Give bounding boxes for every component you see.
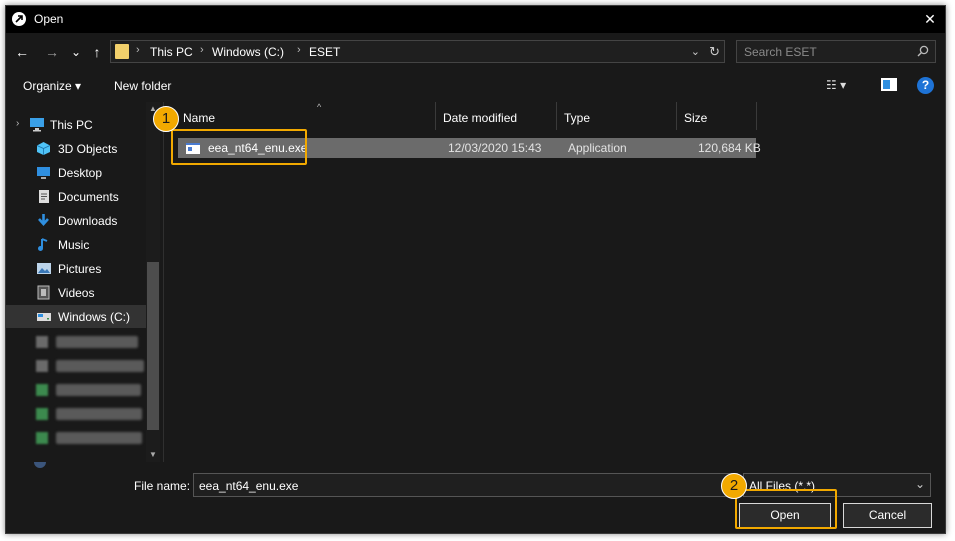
pictures-icon: [36, 261, 51, 276]
sidebar-item-pictures[interactable]: Pictures: [6, 257, 146, 280]
sidebar-item-label: Downloads: [58, 214, 118, 228]
sidebar-item-label: Documents: [58, 190, 119, 204]
folder-icon: [115, 44, 129, 59]
callout-highlight-file: [171, 129, 307, 165]
scrollbar-thumb[interactable]: [147, 262, 159, 430]
sidebar-item-label: Pictures: [58, 262, 102, 276]
expand-chevron-icon[interactable]: ›: [16, 118, 19, 129]
sidebar-item-videos[interactable]: Videos: [6, 281, 146, 304]
document-icon: [36, 189, 51, 204]
preview-pane-icon[interactable]: [881, 78, 897, 94]
callout-badge-2: 2: [721, 473, 747, 499]
partial-network-icon: [34, 462, 46, 468]
address-dropdown-icon[interactable]: ⌄: [691, 45, 700, 58]
sidebar-item-this-pc[interactable]: › This PC: [6, 113, 146, 136]
recent-locations-chevron-icon[interactable]: ⌄: [68, 44, 84, 60]
navigation-scrollbar[interactable]: ▲ ▼: [146, 102, 160, 462]
help-icon[interactable]: ?: [917, 77, 934, 94]
callout-highlight-open: [735, 489, 837, 529]
column-header-type-label: Type: [564, 111, 591, 125]
cube-icon: [36, 141, 51, 156]
sidebar-item-label: Music: [58, 238, 90, 252]
blurred-drive-icon: [36, 360, 48, 372]
file-type: Application: [568, 141, 627, 155]
file-name-value: eea_nt64_enu.exe: [199, 479, 299, 493]
videos-icon: [36, 285, 51, 300]
column-header-date-modified[interactable]: Date modified: [437, 102, 557, 130]
breadcrumb-separator: ›: [136, 44, 140, 56]
file-date-modified: 12/03/2020 15:43: [448, 141, 542, 155]
new-folder-button[interactable]: New folder: [114, 79, 171, 93]
blurred-network-label: [56, 408, 142, 420]
column-header-name-label: Name: [183, 111, 216, 125]
sidebar-item-music[interactable]: Music: [6, 233, 146, 256]
scroll-down-arrow-icon[interactable]: ▼: [149, 450, 157, 459]
drive-icon: [36, 309, 51, 324]
breadcrumb-eset[interactable]: ESET: [309, 45, 340, 59]
blurred-network-icon: [36, 432, 48, 444]
computer-icon: [29, 117, 44, 132]
change-view-icon[interactable]: ☷ ▾: [826, 78, 846, 92]
breadcrumb-windows-c[interactable]: Windows (C:): [212, 45, 284, 59]
search-icon[interactable]: [917, 45, 929, 60]
column-header-type[interactable]: Type: [558, 102, 677, 130]
column-header-size[interactable]: Size: [678, 102, 757, 130]
sidebar-item-documents[interactable]: Documents: [6, 185, 146, 208]
file-size: 120,684 KB: [698, 141, 761, 155]
up-arrow-icon[interactable]: ↑: [89, 44, 105, 60]
music-icon: [36, 237, 51, 252]
blurred-network-icon: [36, 408, 48, 420]
navigation-bar: ← → ⌄ ↑ › This PC › Windows (C:) › ESET …: [6, 37, 945, 67]
sidebar-item-label: 3D Objects: [58, 142, 118, 156]
cancel-button[interactable]: Cancel: [843, 503, 932, 528]
back-arrow-icon[interactable]: ←: [14, 44, 30, 60]
sidebar-item-label: Desktop: [58, 166, 103, 180]
blurred-network-label: [56, 432, 142, 444]
forward-arrow-icon[interactable]: →: [44, 44, 60, 60]
sidebar-item-label: Windows (C:): [58, 310, 131, 324]
sort-ascending-icon: ^: [317, 102, 322, 112]
desktop-icon: [36, 165, 51, 180]
column-header-size-label: Size: [684, 111, 708, 125]
blurred-drive-label: [56, 336, 138, 348]
breadcrumb-this-pc[interactable]: This PC: [150, 45, 193, 59]
search-placeholder: Search ESET: [744, 45, 817, 59]
window-title: Open: [34, 12, 64, 26]
file-name-input[interactable]: eea_nt64_enu.exe: [193, 473, 738, 497]
column-header-date-label: Date modified: [443, 111, 518, 125]
sidebar-item-3d-objects[interactable]: 3D Objects: [6, 137, 146, 160]
sidebar-item-label: Videos: [58, 286, 95, 300]
title-bar: Open ✕: [6, 6, 945, 33]
column-header-name[interactable]: Name ^: [177, 102, 436, 130]
search-box[interactable]: Search ESET: [736, 40, 936, 63]
organize-menu[interactable]: Organize ▾: [23, 79, 81, 93]
sidebar-item-desktop[interactable]: Desktop: [6, 161, 146, 184]
chevron-down-icon: ⌄: [914, 477, 925, 491]
navigation-pane: › This PC 3D Objects Desktop Documents Downlo…: [6, 102, 162, 462]
breadcrumb-separator[interactable]: ›: [200, 44, 204, 56]
refresh-icon[interactable]: ↻: [709, 44, 720, 60]
dialog-app-icon: [12, 12, 26, 26]
blurred-network-label: [56, 384, 141, 396]
download-icon: [36, 213, 51, 228]
file-name-label: File name:: [134, 479, 191, 493]
blurred-drive-label: [56, 360, 144, 372]
address-bar[interactable]: › This PC › Windows (C:) › ESET ⌄ ↻: [110, 40, 725, 63]
blurred-network-icon: [36, 384, 48, 396]
sidebar-item-downloads[interactable]: Downloads: [6, 209, 146, 232]
command-bar: Organize ▾ New folder ☷ ▾ ?: [6, 72, 945, 100]
sidebar-item-windows-c[interactable]: Windows (C:): [6, 305, 146, 328]
callout-badge-1: 1: [153, 106, 179, 132]
blurred-drive-icon: [36, 336, 48, 348]
sidebar-item-label: This PC: [50, 118, 93, 132]
close-button[interactable]: ✕: [915, 6, 945, 33]
open-file-dialog: Open ✕ ← → ⌄ ↑ › This PC › Windows (C:) …: [5, 5, 946, 534]
breadcrumb-separator[interactable]: ›: [297, 44, 301, 56]
